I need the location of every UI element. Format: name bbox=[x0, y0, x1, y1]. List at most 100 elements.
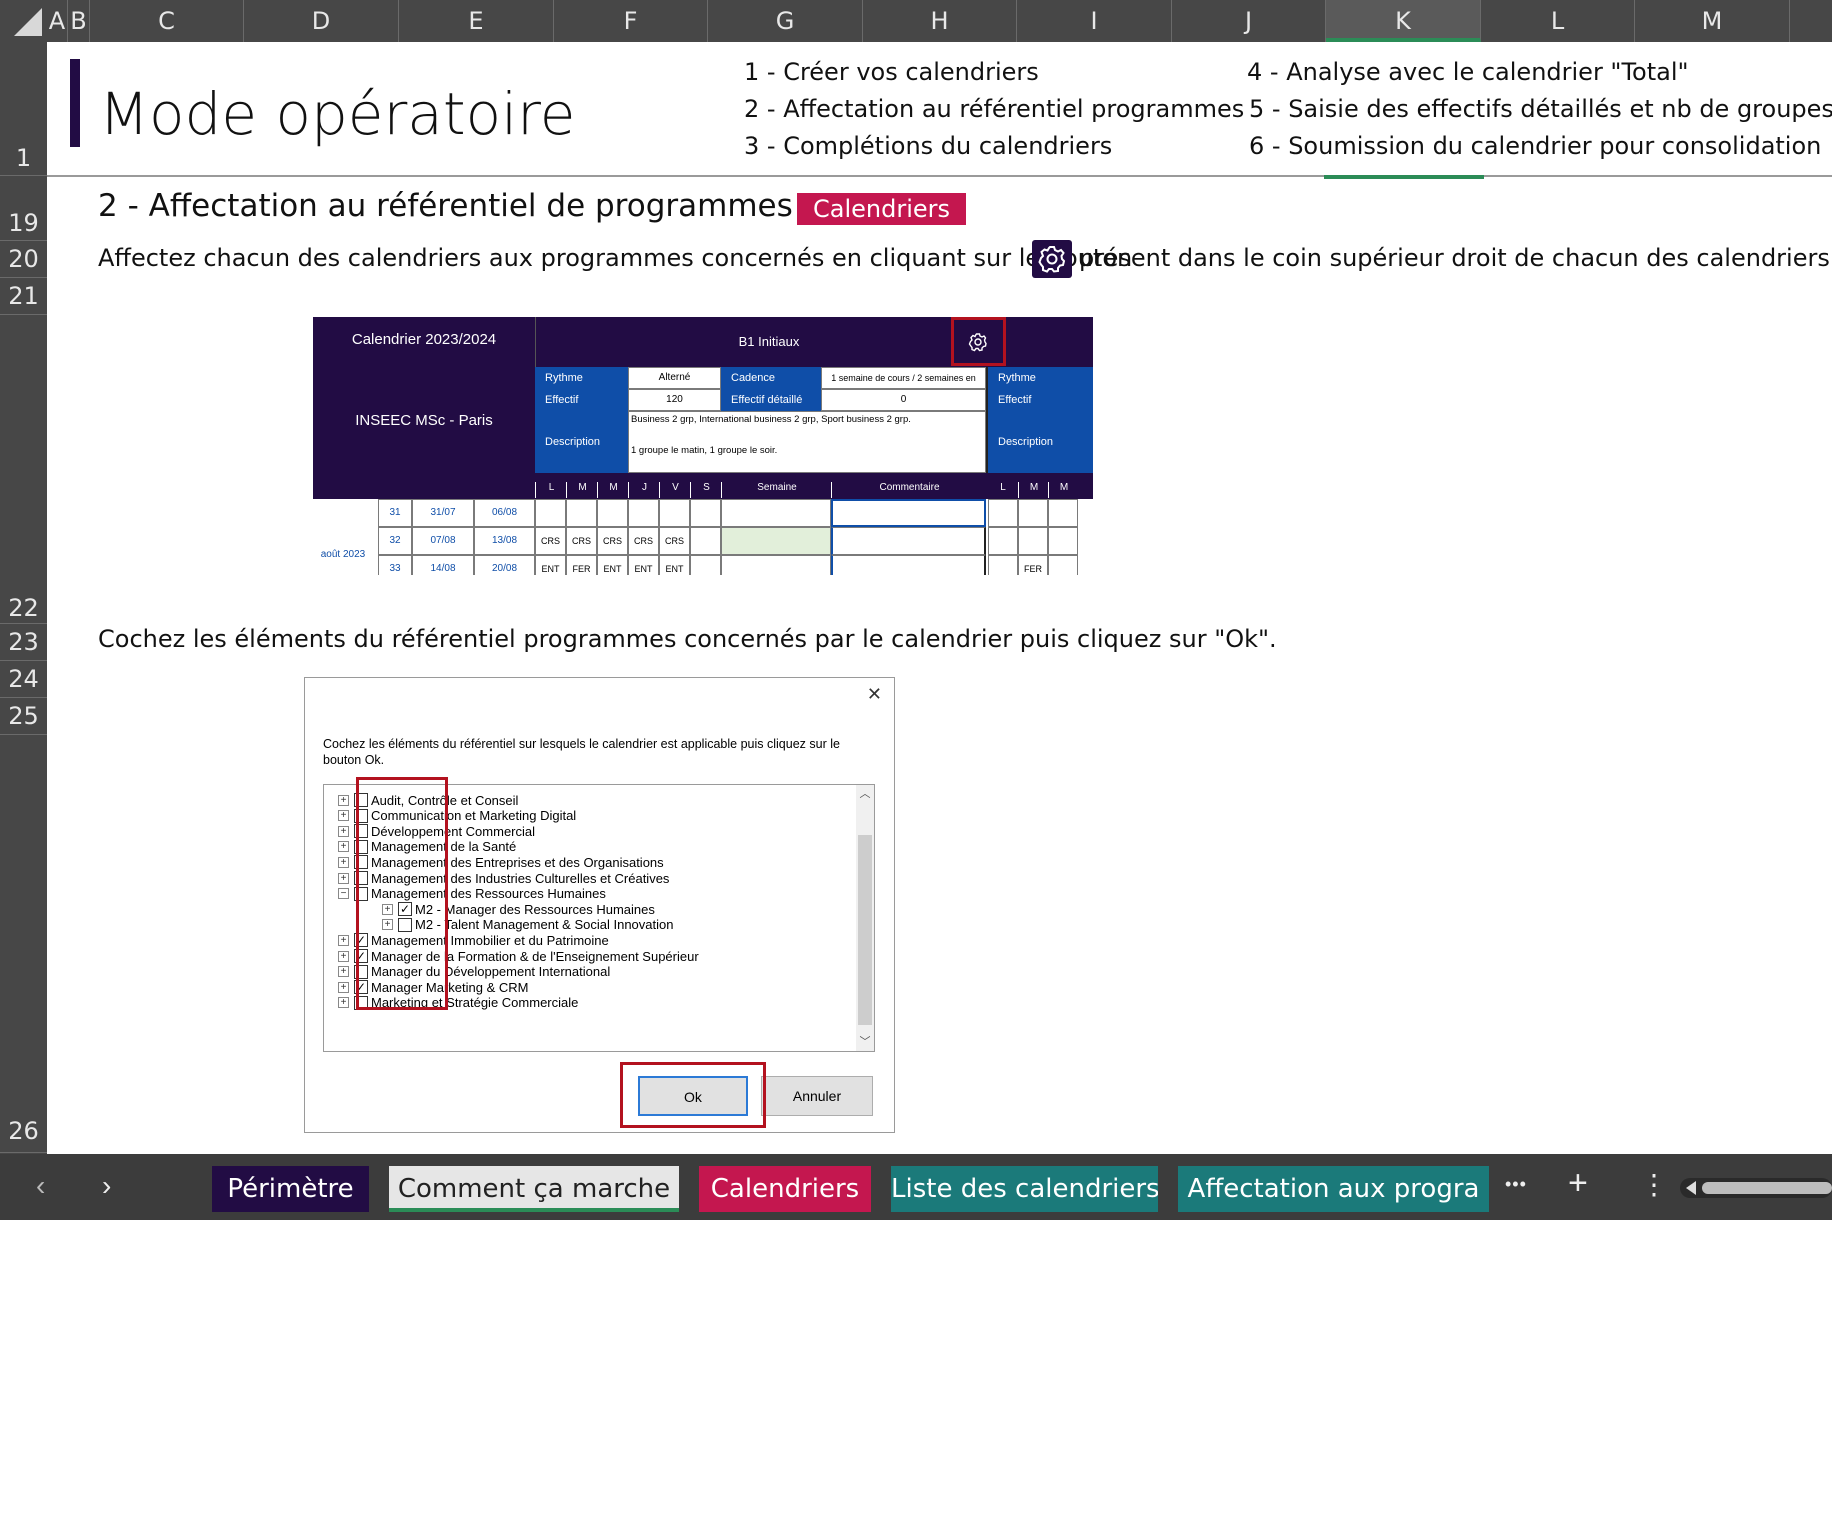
scroll-left-icon[interactable] bbox=[1686, 1181, 1696, 1195]
effectif-detail-value: 0 bbox=[821, 389, 986, 411]
step-3: 3 - Complétions du calendriers bbox=[744, 132, 1113, 160]
expand-icon[interactable]: + bbox=[338, 966, 349, 978]
expand-icon[interactable]: + bbox=[338, 950, 349, 962]
next-sheet-icon[interactable]: › bbox=[102, 1170, 111, 1202]
dialog-instruction: Cochez les éléments du référentiel sur l… bbox=[323, 737, 840, 767]
right-day-cell bbox=[988, 555, 1018, 575]
tab-calendriers[interactable]: Calendriers bbox=[699, 1166, 871, 1212]
scroll-down-icon[interactable]: ﹀ bbox=[856, 1033, 874, 1051]
expand-icon[interactable]: + bbox=[338, 981, 349, 993]
effectif-label-2: Effectif bbox=[986, 389, 1093, 411]
tree-scrollbar[interactable]: ︿ ﹀ bbox=[856, 785, 874, 1051]
day-cell: CRS bbox=[597, 527, 628, 555]
effectif-detail-label: Effectif détaillé bbox=[721, 389, 821, 411]
instruction-text-1a: Affectez chacun des calendriers aux prog… bbox=[98, 244, 1133, 272]
horizontal-scroll-thumb[interactable] bbox=[1702, 1182, 1832, 1194]
expand-icon[interactable]: + bbox=[338, 872, 349, 884]
week-num: 32 bbox=[378, 527, 412, 555]
add-sheet-icon[interactable]: + bbox=[1568, 1164, 1588, 1203]
column-header-d[interactable]: D bbox=[244, 0, 399, 42]
dialog-close-icon[interactable]: ✕ bbox=[867, 684, 882, 705]
expand-icon[interactable]: + bbox=[338, 841, 349, 853]
commentaire-cell bbox=[831, 555, 986, 575]
row-header-26[interactable]: 26 bbox=[0, 735, 47, 1153]
day-cell bbox=[690, 499, 721, 527]
column-header-l[interactable]: L bbox=[1481, 0, 1635, 42]
cadence-label: Cadence bbox=[721, 367, 821, 389]
scrollbar-thumb[interactable] bbox=[858, 835, 872, 1025]
tab-comment-ca-marche[interactable]: Comment ça marche bbox=[389, 1166, 679, 1212]
description-line-2: 1 groupe le matin, 1 groupe le soir. bbox=[631, 445, 778, 456]
day-header-m1: M bbox=[566, 482, 598, 498]
row-header-23[interactable]: 23 bbox=[0, 624, 47, 661]
horizontal-scrollbar[interactable] bbox=[1680, 1178, 1832, 1198]
right-day-header-m1: M bbox=[1018, 482, 1049, 498]
collapse-icon[interactable]: − bbox=[338, 888, 349, 900]
right-day-cell bbox=[1048, 555, 1078, 575]
cancel-button[interactable]: Annuler bbox=[761, 1076, 873, 1116]
commentaire-cell bbox=[831, 499, 986, 527]
right-day-cell bbox=[1018, 499, 1048, 527]
description-label-2: Description bbox=[986, 411, 1093, 473]
calendar-year-label: Calendrier 2023/2024 bbox=[351, 331, 497, 348]
column-header-m[interactable]: M bbox=[1635, 0, 1790, 42]
rythme-label: Rythme bbox=[535, 367, 628, 389]
column-header-i[interactable]: I bbox=[1017, 0, 1172, 42]
column-header-c[interactable]: C bbox=[90, 0, 244, 42]
column-header-b[interactable]: B bbox=[68, 0, 90, 42]
calendar-title-panel: Calendrier 2023/2024 INSEEC MSc - Paris bbox=[313, 317, 535, 499]
select-all-triangle-icon bbox=[14, 8, 42, 36]
right-day-cell bbox=[988, 499, 1018, 527]
row-header-24[interactable]: 24 bbox=[0, 661, 47, 698]
tab-liste-des-calendriers[interactable]: Liste des calendriers bbox=[891, 1166, 1158, 1212]
step-4: 4 - Analyse avec le calendrier "Total" bbox=[1247, 58, 1689, 86]
calendar-gear-icon[interactable] bbox=[967, 331, 989, 353]
row-header-20[interactable]: 20 bbox=[0, 241, 47, 278]
column-header-e[interactable]: E bbox=[399, 0, 554, 42]
calendriers-link-button[interactable]: Calendriers bbox=[797, 193, 967, 225]
day-header-s: S bbox=[690, 482, 722, 498]
column-header-a[interactable]: A bbox=[47, 0, 68, 42]
column-header-k[interactable]: K bbox=[1326, 0, 1481, 42]
more-tabs-icon[interactable]: ••• bbox=[1505, 1174, 1527, 1195]
column-header-f[interactable]: F bbox=[554, 0, 708, 42]
description-value: Business 2 grp, International business 2… bbox=[628, 411, 986, 473]
commentaire-header: Commentaire bbox=[831, 482, 987, 498]
semaine-header: Semaine bbox=[721, 482, 832, 498]
section-heading: 2 - Affectation au référentiel de progra… bbox=[98, 188, 793, 224]
row-header-1[interactable]: 1 bbox=[0, 42, 47, 176]
expand-icon[interactable]: + bbox=[338, 997, 349, 1009]
cadence-value: 1 semaine de cours / 2 semaines en bbox=[821, 367, 986, 389]
prev-sheet-icon[interactable]: ‹ bbox=[36, 1170, 45, 1202]
week-end: 20/08 bbox=[474, 555, 535, 575]
expand-icon[interactable]: + bbox=[338, 856, 349, 868]
day-cell: ENT bbox=[628, 555, 659, 575]
row-header-21[interactable]: 21 bbox=[0, 278, 47, 315]
tab-perimetre[interactable]: Périmètre bbox=[212, 1166, 369, 1212]
effectif-label: Effectif bbox=[535, 389, 628, 411]
column-header-j[interactable]: J bbox=[1172, 0, 1326, 42]
sheet-tab-bar: ‹ › Périmètre Comment ça marche Calendri… bbox=[0, 1154, 1832, 1220]
selected-cell-indicator bbox=[1324, 175, 1484, 179]
row-header-22[interactable]: 22 bbox=[0, 315, 47, 624]
row-header-25[interactable]: 25 bbox=[0, 698, 47, 735]
sheet-menu-icon[interactable]: ⋮ bbox=[1640, 1168, 1668, 1201]
day-cell bbox=[628, 499, 659, 527]
scroll-up-icon[interactable]: ︿ bbox=[856, 785, 874, 803]
column-header-h[interactable]: H bbox=[863, 0, 1017, 42]
day-cell: CRS bbox=[628, 527, 659, 555]
expand-icon[interactable]: + bbox=[338, 825, 349, 837]
day-cell: CRS bbox=[566, 527, 597, 555]
row-header-19[interactable]: 19 bbox=[0, 176, 47, 241]
tab-affectation[interactable]: Affectation aux progra bbox=[1178, 1166, 1489, 1212]
week-start: 31/07 bbox=[412, 499, 474, 527]
expand-icon[interactable]: + bbox=[338, 810, 349, 822]
row-divider bbox=[47, 175, 1832, 177]
referentiel-dialog: ✕ Cochez les éléments du référentiel sur… bbox=[304, 677, 895, 1133]
day-header-j: J bbox=[628, 482, 660, 498]
column-header-g[interactable]: G bbox=[708, 0, 863, 42]
right-day-cell bbox=[1048, 499, 1078, 527]
select-all-corner[interactable] bbox=[0, 0, 47, 42]
expand-icon[interactable]: + bbox=[338, 794, 349, 806]
expand-icon[interactable]: + bbox=[338, 934, 349, 946]
